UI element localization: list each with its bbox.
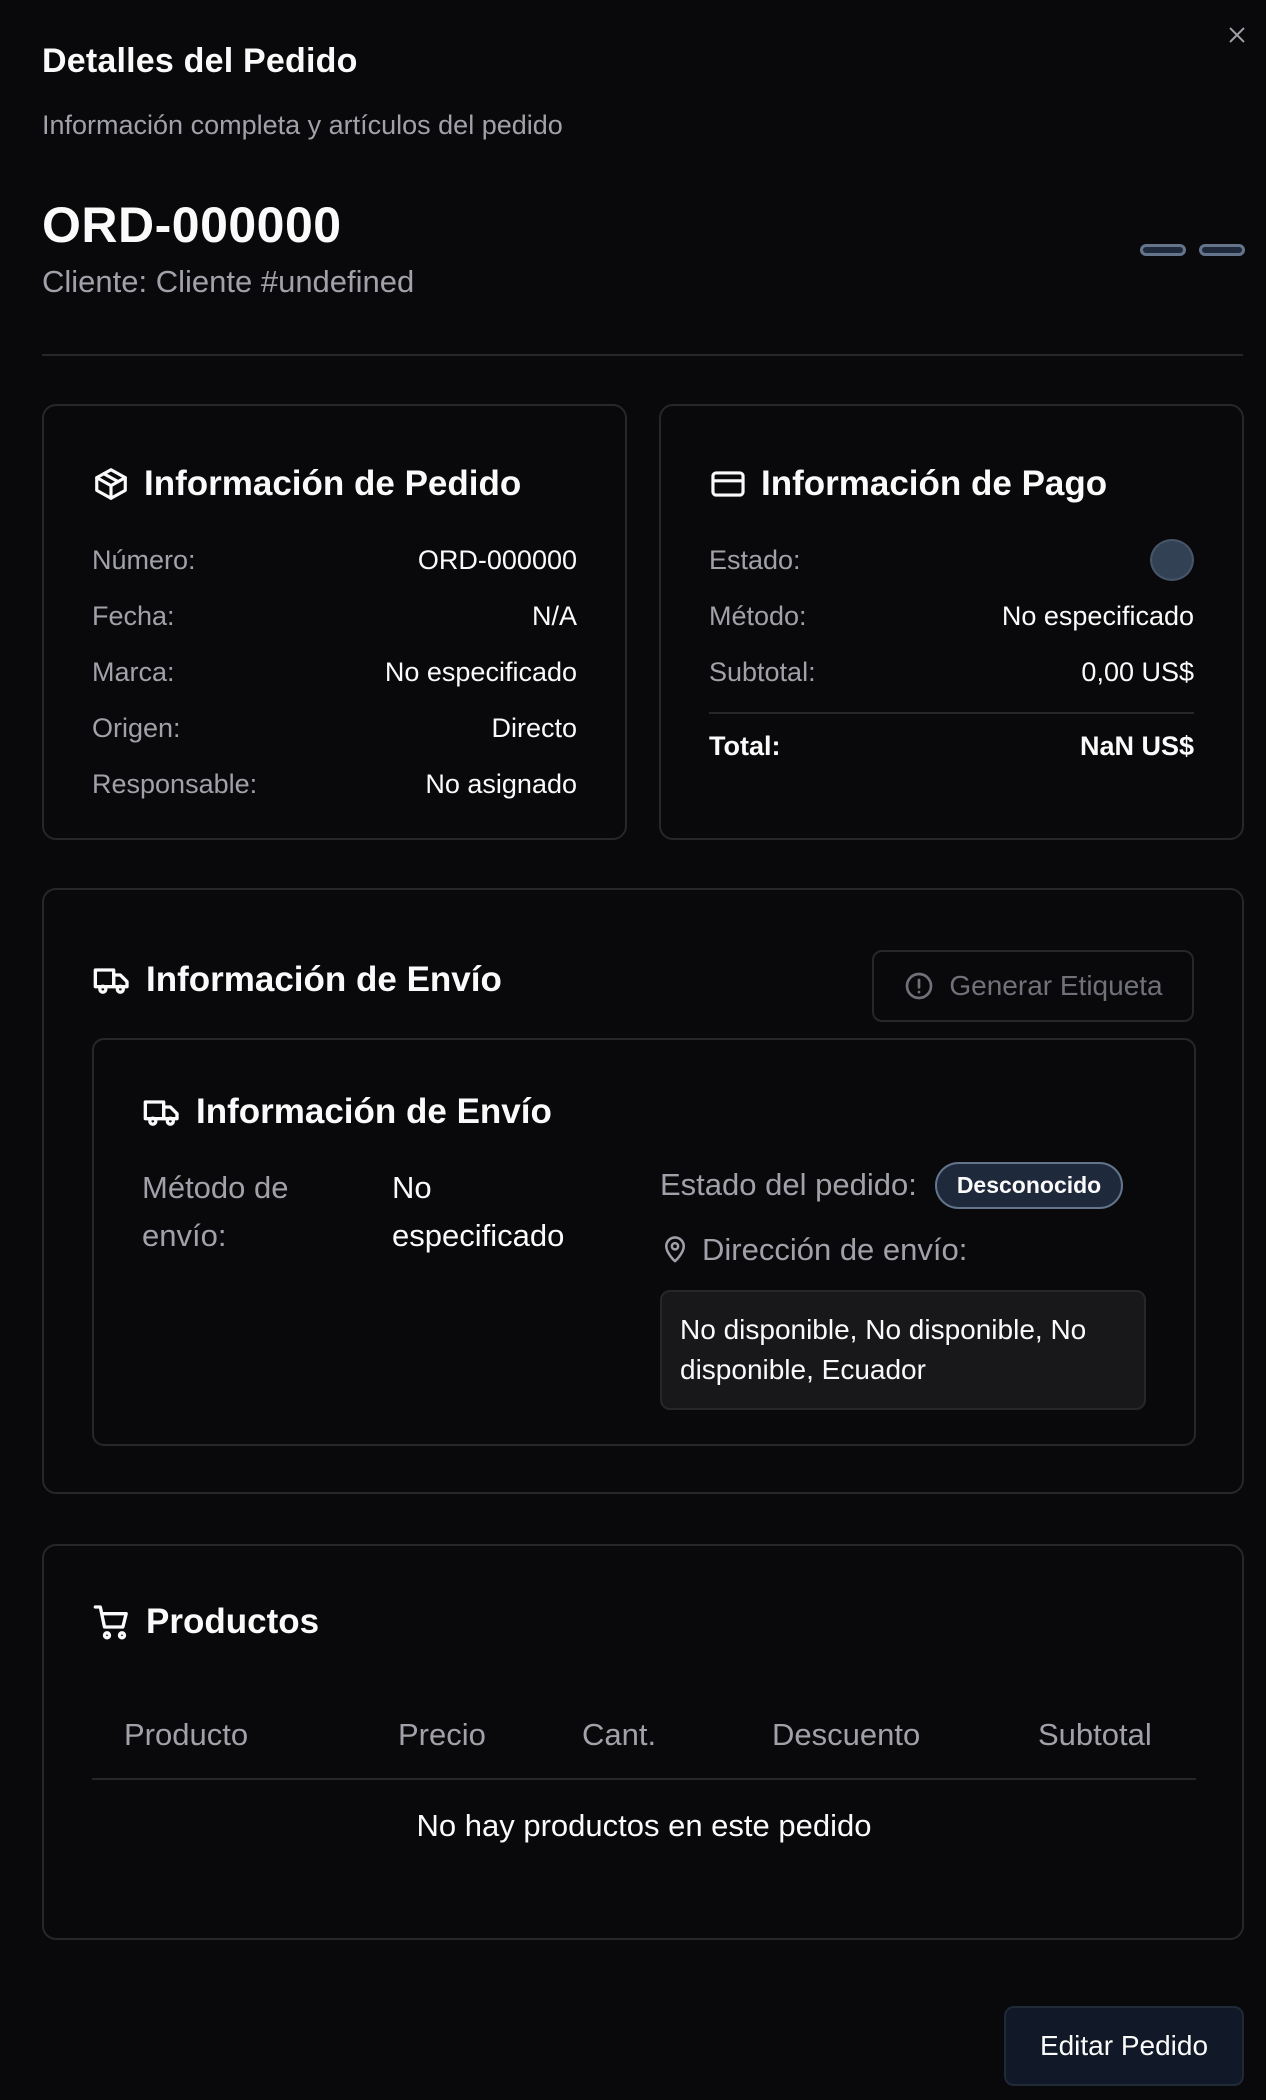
payment-info-title: Información de Pago (709, 464, 1194, 504)
order-date-row: Fecha: N/A (92, 588, 577, 644)
map-pin-icon (665, 1236, 685, 1263)
order-owner-row: Responsable: No asignado (92, 756, 577, 812)
close-icon (1229, 27, 1245, 43)
products-title: Productos (92, 1602, 319, 1642)
row-value: No especificado (1001, 600, 1194, 631)
order-status-label: Estado del pedido: (660, 1167, 917, 1202)
payment-status-indicator (1150, 539, 1194, 581)
products-empty-message: No hay productos en este pedido (416, 1808, 872, 1843)
close-button[interactable] (1222, 20, 1252, 50)
order-info-card: Información de Pedido Número: ORD-000000 … (42, 404, 627, 840)
dialog-title: Detalles del Pedido (42, 42, 358, 80)
status-pill-empty (1199, 244, 1245, 256)
shipping-method-label: Método de envío: (142, 1170, 289, 1253)
payment-method-row: Método: No especificado (709, 588, 1194, 644)
order-status-line: Estado del pedido: Desconocido (660, 1160, 1146, 1210)
col-subtotal: Subtotal (1038, 1717, 1152, 1752)
client-name: Cliente: Cliente #undefined (42, 264, 415, 299)
row-label: Marca: (92, 656, 175, 687)
row-value: ORD-000000 (417, 544, 577, 575)
payment-divider (709, 712, 1194, 714)
order-origin-row: Origen: Directo (92, 700, 577, 756)
row-label: Estado: (709, 544, 801, 575)
products-table-header: Producto Precio Cant. Descuento Subtotal (92, 1696, 1196, 1774)
payment-info-rows: Estado: Método: No especificado Subtotal:… (709, 532, 1194, 766)
shipping-method: Método de envío: No especificado (142, 1164, 592, 1260)
row-label: Número: (92, 544, 196, 575)
shipping-card: Información de Envío Generar Etiqueta In… (42, 888, 1244, 1494)
row-label: Método: (709, 600, 807, 631)
truck-icon (143, 1100, 179, 1126)
col-price: Precio (398, 1717, 486, 1752)
col-product: Producto (124, 1717, 249, 1752)
shipping-status-address: Estado del pedido: Desconocido Dirección… (660, 1160, 1146, 1410)
package-icon (95, 468, 127, 500)
shipping-method-value: No especificado (392, 1170, 565, 1253)
shopping-cart-icon (93, 1605, 128, 1640)
order-number-row: Número: ORD-000000 (92, 532, 577, 588)
address-label: Dirección de envío: (660, 1226, 1146, 1274)
row-label: Subtotal: (709, 656, 816, 687)
order-code: ORD-000000 (42, 197, 342, 253)
edit-order-button[interactable]: Editar Pedido (1004, 2006, 1244, 2086)
products-card: Productos Producto Precio Cant. Descuent… (42, 1544, 1244, 1940)
order-details-dialog: Detalles del Pedido Información completa… (0, 0, 1266, 2100)
row-value: 0,00 US$ (1081, 656, 1194, 687)
row-label: Fecha: (92, 600, 175, 631)
row-value: N/A (531, 600, 577, 631)
alert-circle-icon (906, 972, 933, 1000)
status-badge: Desconocido (934, 1161, 1124, 1209)
total-label: Total: (709, 730, 781, 761)
col-quantity: Cant. (582, 1717, 657, 1752)
payment-info-card: Información de Pago Estado: Método: No es… (659, 404, 1244, 840)
credit-card-icon (711, 471, 745, 497)
row-value: No asignado (425, 768, 577, 799)
payment-total-row: Total: NaN US$ (709, 726, 1194, 766)
row-value: Directo (491, 712, 577, 743)
order-info-title: Información de Pedido (92, 464, 577, 504)
dialog-subtitle: Información completa y artículos del ped… (42, 110, 563, 140)
total-value: NaN US$ (1079, 730, 1194, 761)
shipping-details-title: Información de Envío (142, 1092, 552, 1132)
shipping-title: Información de Envío (92, 960, 502, 1000)
address-box: No disponible, No disponible, No disponi… (660, 1290, 1146, 1410)
order-info-rows: Número: ORD-000000 Fecha: N/A Marca: No esp… (92, 532, 577, 812)
payment-subtotal-row: Subtotal: 0,00 US$ (709, 644, 1194, 700)
row-value: No especificado (384, 656, 577, 687)
status-pill-empty (1140, 244, 1186, 256)
row-label: Origen: (92, 712, 181, 743)
shipping-details-card: Información de Envío Método de envío: No… (92, 1038, 1196, 1446)
truck-icon (93, 968, 129, 994)
generate-label-button[interactable]: Generar Etiqueta (872, 950, 1194, 1022)
header-divider (42, 354, 1243, 356)
order-brand-row: Marca: No especificado (92, 644, 577, 700)
products-table-divider (92, 1778, 1196, 1780)
payment-status-row: Estado: (709, 532, 1194, 588)
col-discount: Descuento (772, 1717, 921, 1752)
row-label: Responsable: (92, 768, 258, 799)
